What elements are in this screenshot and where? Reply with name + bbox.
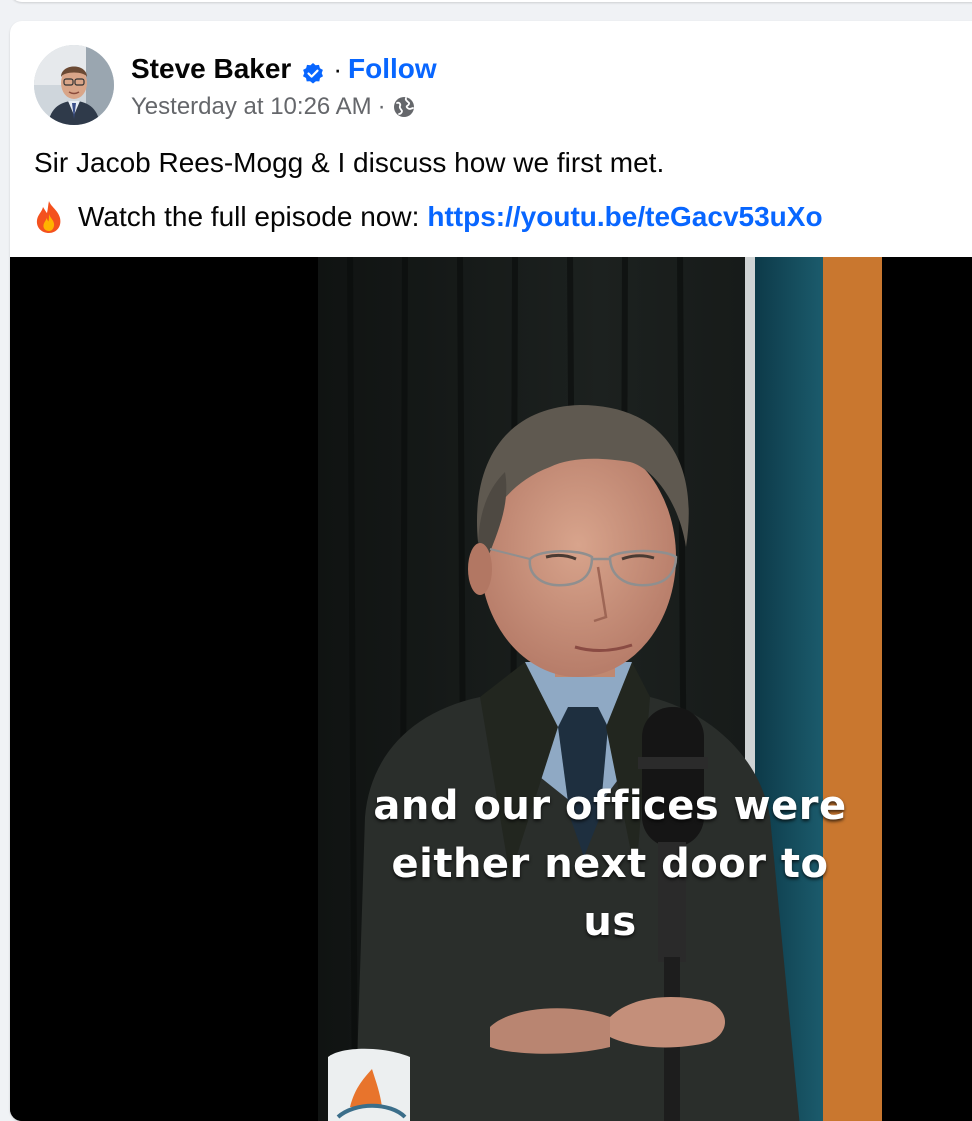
post-header: Steve Baker · Follow Yesterday at 10:26 …	[34, 45, 934, 127]
post-meta: Yesterday at 10:26 AM ·	[131, 91, 416, 123]
author-avatar[interactable]	[34, 45, 114, 125]
subtitle-line-3: us	[583, 899, 637, 945]
verified-badge-icon	[301, 57, 325, 84]
caption-line-1: Sir Jacob Rees-Mogg & I discuss how we f…	[34, 147, 665, 178]
video-player[interactable]: and our offices were either next door to…	[10, 257, 972, 1121]
post-card: Steve Baker · Follow Yesterday at 10:26 …	[10, 21, 972, 1121]
subtitle-line-1: and our offices were	[373, 783, 847, 829]
author-name[interactable]: Steve Baker	[131, 49, 291, 89]
youtube-link[interactable]: https://youtu.be/teGacv53uXo	[427, 197, 822, 237]
caption-watch-text: Watch the full episode now:	[78, 201, 420, 232]
post-caption: Sir Jacob Rees-Mogg & I discuss how we f…	[34, 143, 954, 237]
fire-emoji-icon	[34, 200, 64, 234]
caption-line-2: Watch the full episode now: https://yout…	[34, 197, 954, 237]
video-frame	[10, 257, 972, 1121]
follow-button[interactable]: Follow	[348, 49, 437, 89]
author-line: Steve Baker · Follow	[131, 49, 437, 89]
avatar-image	[34, 45, 114, 125]
globe-icon[interactable]	[392, 95, 416, 119]
meta-separator-dot: ·	[377, 93, 386, 120]
previous-post-card	[10, 0, 972, 2]
post-timestamp[interactable]: Yesterday at 10:26 AM	[131, 91, 372, 123]
subtitle-line-2: either next door to	[391, 841, 829, 887]
video-subtitles: and our offices were either next door to…	[328, 777, 892, 951]
separator-dot: ·	[333, 54, 343, 84]
